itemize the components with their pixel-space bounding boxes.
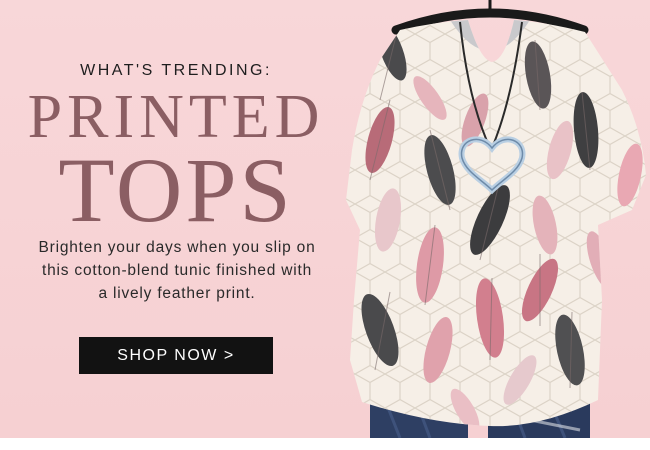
feather-print-tunic (346, 20, 646, 427)
promo-banner[interactable]: WHAT'S TRENDING: PRINTED TOPS Brighten y… (0, 0, 650, 438)
eyebrow-text: WHAT'S TRENDING: (80, 62, 272, 79)
product-image[interactable] (340, 0, 650, 438)
bottom-strip (0, 438, 650, 450)
headline-tops: TOPS (58, 139, 294, 241)
promo-description: Brighten your days when you slip on this… (38, 239, 316, 302)
shop-now-button[interactable]: SHOP NOW > (79, 337, 273, 374)
